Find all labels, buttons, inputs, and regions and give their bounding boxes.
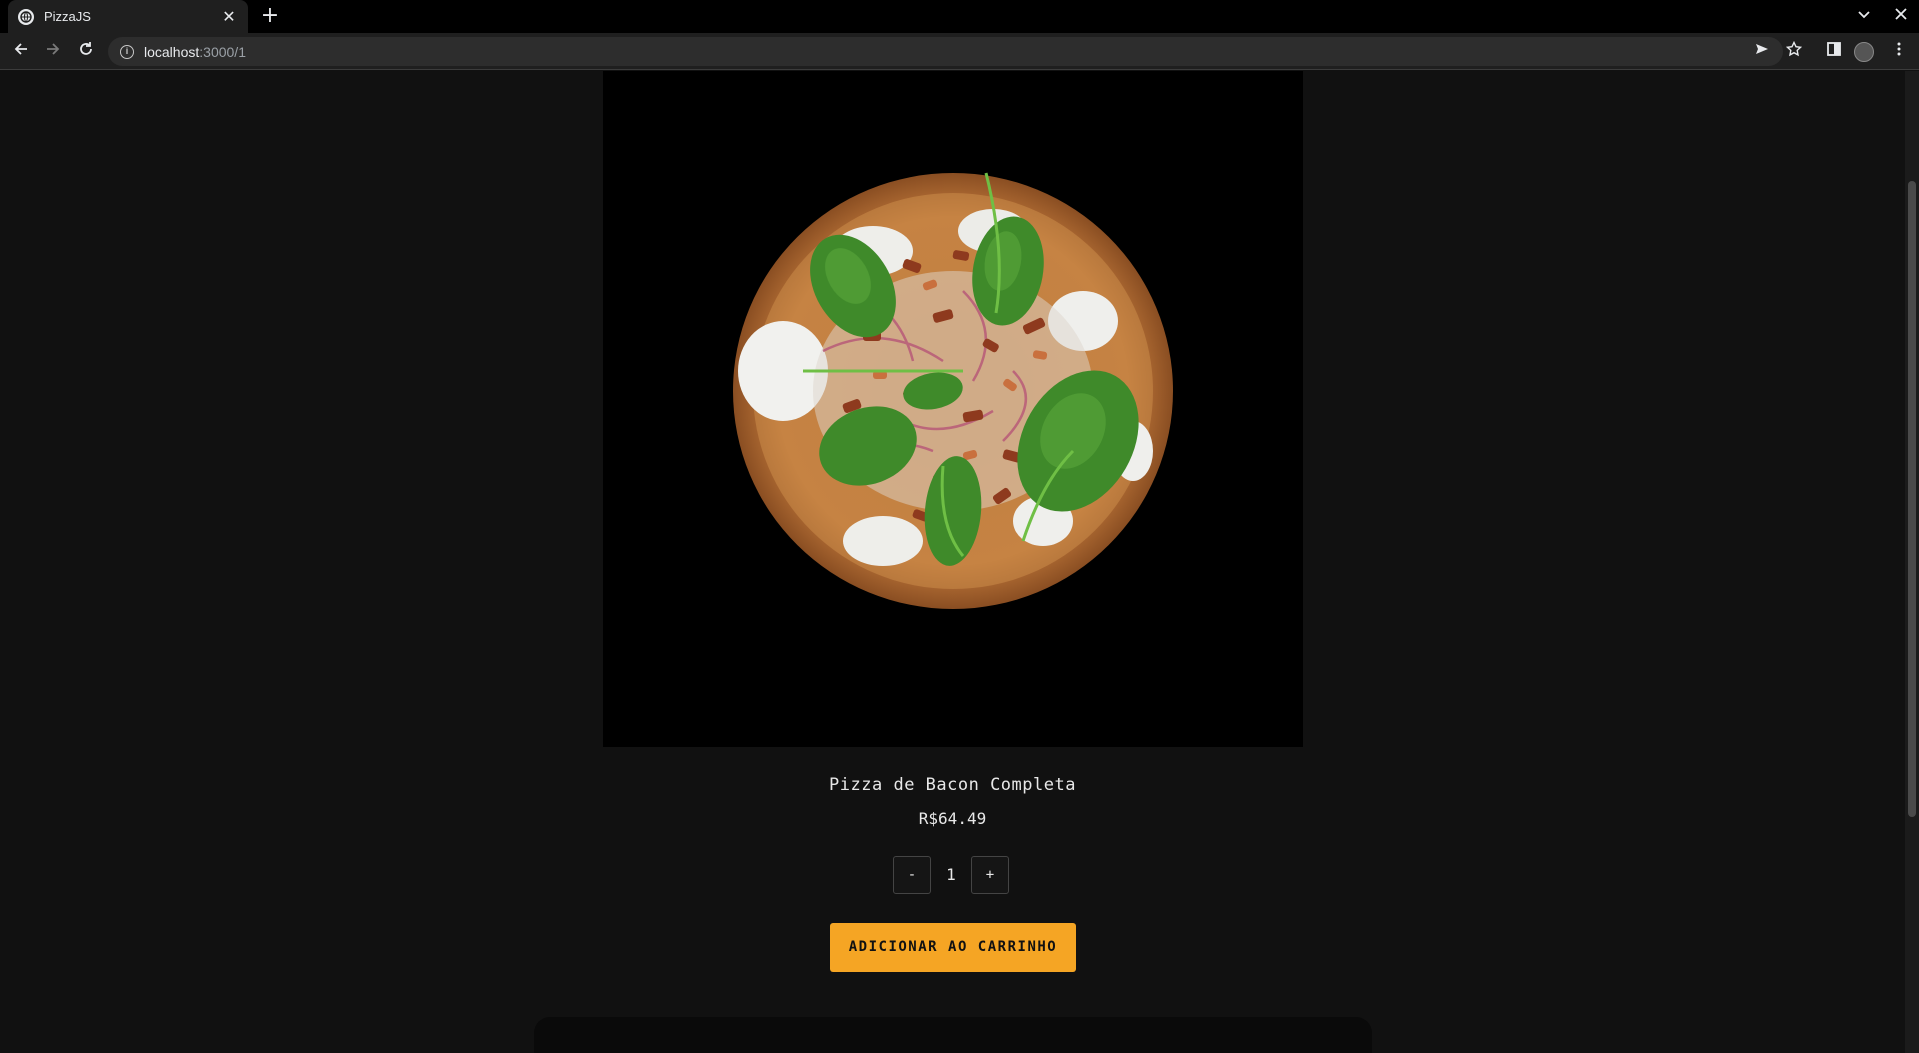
globe-icon xyxy=(18,8,34,25)
address-bar[interactable]: i localhost:3000/1 xyxy=(108,37,1783,66)
send-icon[interactable] xyxy=(1749,39,1775,65)
forward-arrow-icon[interactable] xyxy=(40,39,66,65)
tab-search-chevron-icon[interactable] xyxy=(1852,4,1876,28)
site-info-icon[interactable]: i xyxy=(120,44,134,59)
back-arrow-icon[interactable] xyxy=(8,39,34,65)
pizza-image xyxy=(603,71,1303,747)
product-price: R$64.49 xyxy=(918,809,987,828)
browser-tab-strip: PizzaJS ✕ + xyxy=(0,0,1919,33)
bottom-panel xyxy=(534,1017,1372,1053)
page-scrollbar[interactable] xyxy=(1905,71,1919,1053)
tab-title: PizzaJS xyxy=(44,9,91,24)
add-to-cart-button[interactable]: ADICIONAR AO CARRINHO xyxy=(830,923,1076,972)
close-tab-icon[interactable]: ✕ xyxy=(220,7,238,26)
url-host: localhost xyxy=(144,43,200,60)
reload-icon[interactable] xyxy=(73,39,99,65)
decrement-quantity-button[interactable]: - xyxy=(893,856,931,894)
side-panel-icon[interactable] xyxy=(1821,39,1847,65)
scrollbar-thumb[interactable] xyxy=(1908,181,1916,817)
page-viewport: Pizza de Bacon Completa R$64.49 - 1 + AD… xyxy=(0,71,1905,1053)
more-menu-icon[interactable] xyxy=(1886,39,1912,65)
close-window-icon[interactable] xyxy=(1889,4,1913,28)
profile-avatar[interactable] xyxy=(1854,42,1874,62)
increment-quantity-button[interactable]: + xyxy=(971,856,1009,894)
browser-tab[interactable]: PizzaJS ✕ xyxy=(8,0,248,33)
bookmark-star-icon[interactable] xyxy=(1781,39,1807,65)
product-name: Pizza de Bacon Completa xyxy=(829,775,1076,795)
quantity-value: 1 xyxy=(946,865,956,884)
url-path: :3000/1 xyxy=(199,43,246,60)
browser-toolbar: i localhost:3000/1 xyxy=(0,33,1919,70)
new-tab-button[interactable]: + xyxy=(256,4,284,30)
